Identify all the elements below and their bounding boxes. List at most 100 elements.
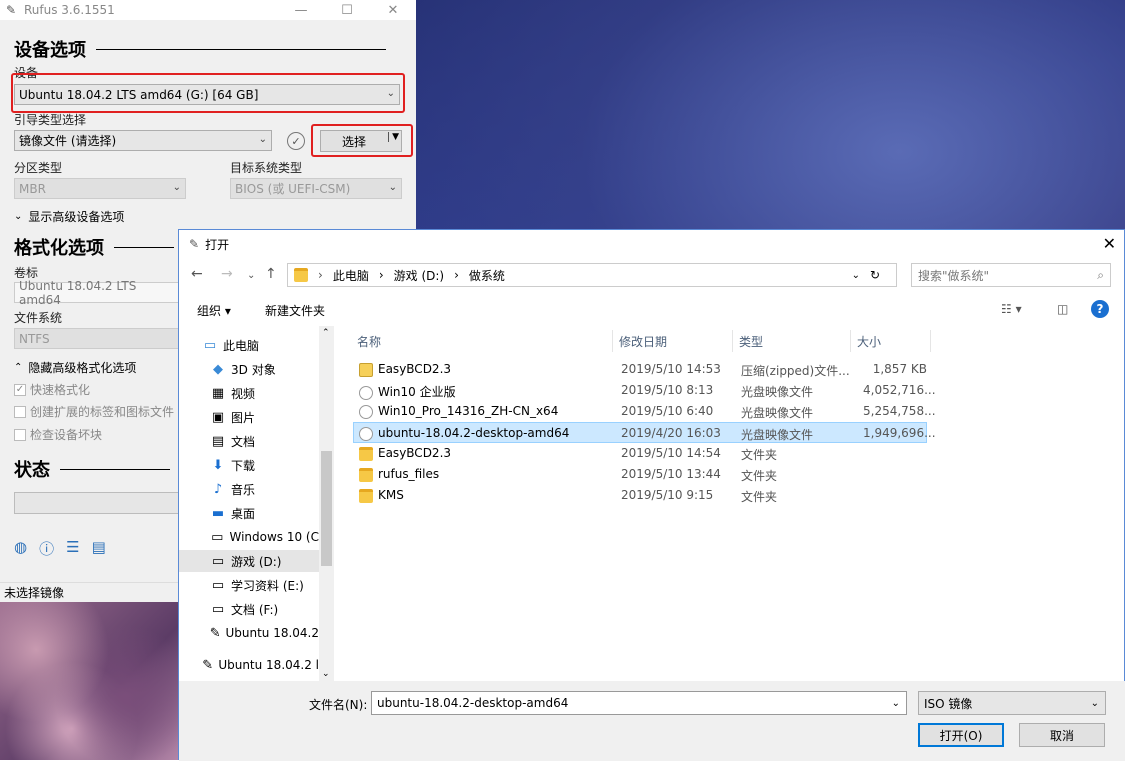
advanced-format-toggle[interactable]: ⌃ 隐藏高级格式化选项 [14, 359, 136, 376]
nav-item-drive-e[interactable]: ▭ 学习资料 (E:) [179, 574, 319, 596]
file-name: Win10_Pro_14316_ZH-CN_x64 [378, 404, 559, 418]
nav-item-label: 下载 [231, 458, 256, 473]
nav-item-usb-g[interactable]: ✎ Ubuntu 18.04.2 [179, 622, 319, 644]
nav-scrollbar[interactable]: ⌃ ⌄ [319, 326, 334, 681]
maximize-button[interactable]: ☐ [324, 0, 370, 20]
globe-icon[interactable]: ◍ [14, 538, 27, 559]
close-icon[interactable]: ✕ [1103, 234, 1116, 253]
fs-select[interactable]: NTFS [14, 328, 180, 349]
nav-item-label: 文档 [231, 434, 256, 449]
bad-blocks-checkbox[interactable]: 检查设备坏块 [14, 426, 102, 443]
chevron-down-icon[interactable]: ⌄ [852, 270, 860, 281]
chevron-up-icon[interactable]: ⌃ [322, 328, 330, 338]
forward-icon[interactable]: → [221, 266, 233, 282]
column-type[interactable]: 类型 [733, 330, 851, 352]
status-section-header: 状态 [14, 456, 170, 482]
chevron-down-icon[interactable]: ⌄ [892, 698, 900, 709]
disc-image-icon [359, 385, 373, 400]
file-row[interactable]: Win10_Pro_14316_ZH-CN_x64 2019/5/10 6:40… [353, 401, 936, 422]
wallpaper-art [0, 602, 180, 760]
cancel-button[interactable]: 取消 [1019, 723, 1105, 747]
breadcrumb-item[interactable]: 游戏 (D:) [394, 267, 444, 284]
nav-item-desktop[interactable]: ▬ 桌面 [179, 502, 319, 524]
nav-item-label: 3D 对象 [231, 362, 276, 377]
settings-icon[interactable]: ☰ [66, 538, 79, 559]
file-row[interactable]: rufus_files 2019/5/10 13:44 文件夹 [353, 464, 927, 485]
file-name: EasyBCD2.3 [378, 446, 452, 460]
info-icon[interactable]: ⓘ [39, 538, 54, 559]
nav-item-drive-d[interactable]: ▭ 游戏 (D:) [179, 550, 319, 572]
filetype-select[interactable]: ISO 镜像 ⌄ [918, 691, 1106, 715]
file-row[interactable]: Win10 企业版 2019/5/10 8:13 光盘映像文件 4,052,71… [353, 380, 936, 401]
partition-select[interactable]: MBR ⌄ [14, 178, 186, 199]
view-icon[interactable]: ☷ ▾ [1001, 302, 1022, 316]
chevron-down-icon[interactable]: ⌄ [322, 669, 330, 679]
new-folder-button[interactable]: 新建文件夹 [265, 302, 325, 319]
navigation-pane: ▭ 此电脑 ◆ 3D 对象 ▦ 视频 ▣ 图片 ▤ 文档 ⬇ 下载 ♪ 音乐 ▬ [179, 326, 334, 681]
boot-select[interactable]: 镜像文件 (请选择) ⌄ [14, 130, 272, 151]
chevron-down-icon[interactable]: ⌄ [247, 270, 255, 281]
column-date[interactable]: 修改日期 [613, 330, 733, 352]
search-input[interactable]: 搜索"做系统" ⌕ [911, 263, 1111, 287]
nav-item-3d[interactable]: ◆ 3D 对象 [179, 358, 319, 380]
volume-input[interactable]: Ubuntu 18.04.2 LTS amd64 [14, 279, 180, 307]
file-type: 光盘映像文件 [741, 428, 814, 442]
nav-item-this-pc[interactable]: ▭ 此电脑 [179, 334, 319, 356]
file-row[interactable]: KMS 2019/5/10 9:15 文件夹 [353, 485, 927, 506]
boot-label: 引导类型选择 [14, 113, 87, 127]
file-name: EasyBCD2.3 [378, 362, 452, 376]
log-icon[interactable]: ▤ [92, 538, 106, 559]
check-icon[interactable]: ✓ [287, 132, 305, 150]
nav-item-pictures[interactable]: ▣ 图片 [179, 406, 319, 428]
address-row: ← → ⌄ ↑ › 此电脑 › 游戏 (D:) › 做系统 ⌄ ↻ 搜索"做系统… [179, 262, 1125, 288]
picture-icon: ▣ [211, 409, 225, 425]
advanced-device-toggle[interactable]: ⌄ 显示高级设备选项 [14, 208, 124, 225]
file-row[interactable]: EasyBCD2.3 2019/5/10 14:54 文件夹 [353, 443, 927, 464]
target-select[interactable]: BIOS (或 UEFI-CSM) ⌄ [230, 178, 402, 199]
quick-format-checkbox[interactable]: ✓ 快速格式化 [14, 381, 90, 398]
nav-item-music[interactable]: ♪ 音乐 [179, 478, 319, 500]
breadcrumb-item[interactable]: 做系统 [469, 267, 505, 284]
file-size: 5,254,758... [863, 404, 936, 418]
bad-blocks-label: 检查设备坏块 [30, 428, 103, 442]
close-button[interactable]: ✕ [370, 0, 416, 20]
section-divider [60, 468, 170, 470]
highlight-box [311, 124, 413, 157]
breadcrumb-item[interactable]: 此电脑 [333, 267, 369, 284]
nav-item-drive-c[interactable]: ▭ Windows 10 (C [179, 526, 319, 548]
device-section-title: 设备选项 [14, 40, 86, 61]
up-icon[interactable]: ↑ [265, 266, 277, 282]
nav-item-usb[interactable]: ✎ Ubuntu 18.04.2 l [179, 654, 319, 676]
checkbox-box [14, 428, 26, 441]
file-name: KMS [378, 488, 404, 502]
column-size[interactable]: 大小 [851, 330, 931, 352]
nav-item-documents[interactable]: ▤ 文档 [179, 430, 319, 452]
scrollbar-thumb[interactable] [321, 451, 332, 566]
nav-item-label: 视频 [231, 386, 256, 401]
nav-item-video[interactable]: ▦ 视频 [179, 382, 319, 404]
organize-button[interactable]: 组织 ▾ [197, 302, 231, 319]
column-name[interactable]: 名称 [351, 330, 613, 352]
chevron-down-icon: ⌄ [14, 211, 23, 222]
nav-item-downloads[interactable]: ⬇ 下载 [179, 454, 319, 476]
address-bar[interactable]: › 此电脑 › 游戏 (D:) › 做系统 ⌄ ↻ [287, 263, 897, 287]
document-icon: ▤ [211, 433, 225, 449]
back-icon[interactable]: ← [191, 266, 203, 282]
app-icon: ✎ [189, 237, 200, 251]
open-button[interactable]: 打开(O) [918, 723, 1004, 747]
file-row[interactable]: EasyBCD2.3 2019/5/10 14:53 压缩(zipped)文件.… [353, 359, 927, 380]
nav-item-drive-f[interactable]: ▭ 文档 (F:) [179, 598, 319, 620]
extended-label-text: 创建扩展的标签和图标文件 [30, 405, 175, 419]
nav-item-label: 学习资料 (E:) [231, 578, 304, 593]
usb-icon: ✎ [202, 657, 214, 673]
target-value: BIOS (或 UEFI-CSM) [235, 182, 351, 196]
cube-icon: ◆ [213, 361, 223, 377]
extended-label-checkbox[interactable]: 创建扩展的标签和图标文件 [14, 403, 174, 420]
filename-input[interactable]: ubuntu-18.04.2-desktop-amd64 ⌄ [371, 691, 907, 715]
refresh-icon[interactable]: ↻ [870, 268, 880, 282]
help-icon[interactable]: ? [1091, 300, 1109, 318]
breadcrumb-separator: › [378, 268, 384, 282]
minimize-button[interactable]: — [278, 0, 324, 20]
file-row-selected[interactable]: ubuntu-18.04.2-desktop-amd64 2019/4/20 1… [353, 422, 936, 443]
preview-pane-icon[interactable]: ◫ [1057, 302, 1068, 316]
